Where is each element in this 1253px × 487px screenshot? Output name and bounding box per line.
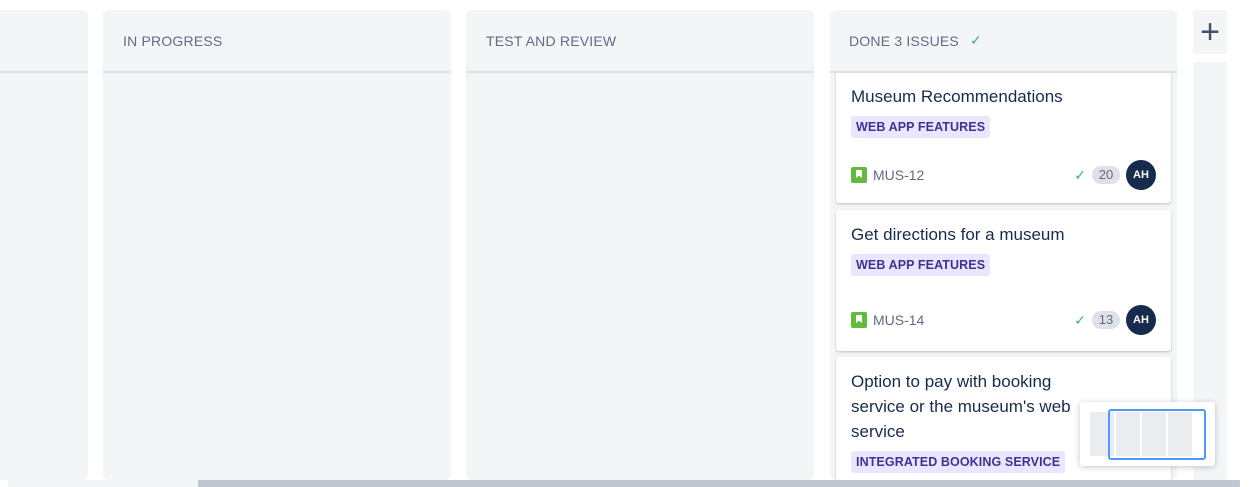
board-column-partial bbox=[0, 10, 88, 480]
epic-label[interactable]: WEB APP FEATURES bbox=[851, 116, 991, 138]
column-title: DONE 3 ISSUES bbox=[849, 32, 959, 49]
column-body[interactable] bbox=[466, 73, 814, 480]
minimap-viewport[interactable] bbox=[1108, 409, 1206, 460]
kanban-board: IN PROGRESS TEST AND REVIEW DONE 3 ISSUE… bbox=[0, 0, 1253, 487]
column-body[interactable] bbox=[103, 73, 451, 480]
story-points-badge: 13 bbox=[1092, 311, 1120, 329]
check-icon: ✓ bbox=[969, 32, 982, 48]
column-header[interactable]: IN PROGRESS bbox=[103, 10, 451, 73]
card-title: Get directions for a museum bbox=[851, 225, 1065, 244]
card-title: Option to pay with booking service or th… bbox=[851, 372, 1071, 441]
issue-card[interactable]: Get directions for a museum WEB APP FEAT… bbox=[836, 210, 1171, 351]
issue-key[interactable]: MUS-12 bbox=[873, 167, 924, 183]
issue-key[interactable]: MUS-14 bbox=[873, 312, 924, 328]
card-title: Museum Recommendations bbox=[851, 87, 1063, 106]
board-minimap[interactable] bbox=[1080, 402, 1215, 466]
story-icon bbox=[851, 167, 867, 183]
column-test-and-review: TEST AND REVIEW bbox=[466, 10, 814, 480]
horizontal-scrollbar-thumb[interactable] bbox=[198, 480, 1240, 487]
story-icon bbox=[851, 312, 867, 328]
column-in-progress: IN PROGRESS bbox=[103, 10, 451, 480]
column-title: IN PROGRESS bbox=[123, 32, 223, 49]
check-icon: ✓ bbox=[1074, 311, 1086, 328]
card-footer: MUS-14 ✓ 13 AH bbox=[851, 305, 1156, 335]
issue-card[interactable]: Museum Recommendations WEB APP FEATURES … bbox=[836, 73, 1171, 203]
check-icon: ✓ bbox=[1074, 166, 1086, 183]
column-header bbox=[0, 10, 88, 73]
column-header[interactable]: TEST AND REVIEW bbox=[466, 10, 814, 73]
assignee-avatar[interactable]: AH bbox=[1126, 305, 1156, 335]
plus-icon: + bbox=[1200, 13, 1220, 51]
add-column-button[interactable]: + bbox=[1193, 10, 1227, 54]
epic-label[interactable]: WEB APP FEATURES bbox=[851, 254, 991, 276]
story-points-badge: 20 bbox=[1092, 166, 1120, 184]
epic-label[interactable]: INTEGRATED BOOKING SERVICE bbox=[851, 451, 1066, 473]
card-footer: MUS-12 ✓ 20 AH bbox=[851, 160, 1156, 190]
column-title: TEST AND REVIEW bbox=[486, 32, 617, 49]
assignee-avatar[interactable]: AH bbox=[1126, 160, 1156, 190]
column-header[interactable]: DONE 3 ISSUES ✓ bbox=[830, 10, 1177, 73]
